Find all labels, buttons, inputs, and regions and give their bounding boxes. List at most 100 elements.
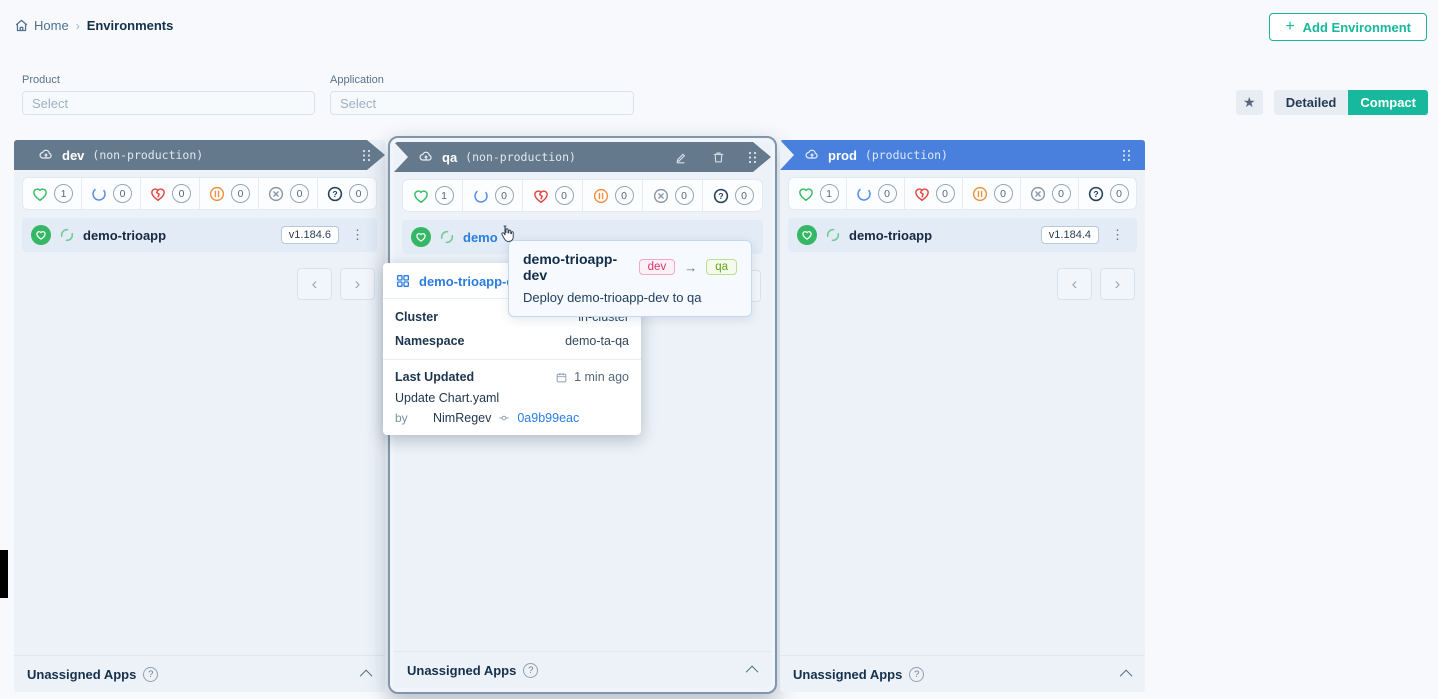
failed-count: 0 [1052,184,1071,203]
environment-column-dev: dev (non-production) 1 0 0 0 [14,140,385,692]
sync-icon [90,185,108,203]
prev-page-button[interactable]: ‹ [297,268,332,300]
version-badge[interactable]: v1.184.4 [1041,226,1099,244]
status-syncing[interactable]: 0 [82,178,141,209]
next-page-button[interactable]: › [340,268,375,300]
broken-heart-icon [149,185,167,203]
next-page-button[interactable]: › [1100,268,1135,300]
heart-icon [412,187,430,205]
prev-page-button[interactable]: ‹ [1057,268,1092,300]
status-failed[interactable]: 0 [643,180,703,211]
kebab-menu-icon[interactable]: ⋮ [347,227,368,243]
failed-count: 0 [290,184,309,203]
status-summary-row: 1 0 0 0 0 ? 0 [788,177,1137,210]
application-filter: Application Select [330,74,634,115]
heart-icon [797,185,815,203]
environment-column-prod: prod (production) 1 0 0 0 [780,140,1145,692]
app-link[interactable]: demo-trioapp-qa [419,274,522,289]
favorites-filter-button[interactable]: ★ [1236,90,1263,115]
app-name-link[interactable]: demo [463,230,498,245]
edit-icon[interactable] [674,150,689,165]
commit-hash-link[interactable]: 0a9b99eac [517,411,579,425]
status-unknown[interactable]: ? 0 [1079,178,1136,209]
svg-text:?: ? [332,189,337,199]
status-degraded[interactable]: 0 [905,178,963,209]
breadcrumb-home-label[interactable]: Home [34,18,69,33]
unassigned-apps-footer[interactable]: Unassigned Apps ? [780,655,1145,692]
status-unknown[interactable]: ? 0 [703,180,762,211]
syncing-count: 0 [495,186,514,205]
help-icon: ? [523,663,538,678]
status-healthy[interactable]: 1 [789,178,847,209]
status-failed[interactable]: 0 [259,178,318,209]
sync-icon [855,185,873,203]
drag-handle-icon[interactable] [748,151,757,164]
unknown-count: 0 [735,186,754,205]
plus-icon: + [1285,18,1294,36]
status-suspended[interactable]: 0 [583,180,643,211]
breadcrumb-home-link[interactable]: Home [14,18,69,33]
last-updated-value: 1 min ago [574,370,629,384]
add-environment-button[interactable]: + Add Environment [1269,13,1427,41]
app-row[interactable]: demo-trioapp v1.184.6 ⋮ [22,218,377,252]
broken-heart-icon [913,185,931,203]
status-degraded[interactable]: 0 [141,178,200,209]
status-syncing[interactable]: 0 [847,178,905,209]
question-circle-icon: ? [326,185,344,203]
detailed-view-button[interactable]: Detailed [1274,90,1349,115]
page-title: Environments [87,18,174,33]
product-filter: Product Select [22,74,315,115]
namespace-value: demo-ta-qa [565,334,629,348]
app-name[interactable]: demo-trioapp [83,228,166,243]
unknown-count: 0 [1110,184,1129,203]
app-name[interactable]: demo-trioapp [849,228,932,243]
commit-icon [497,412,511,424]
tooltip-description: Deploy demo-trioapp-dev to qa [523,290,737,305]
unassigned-apps-footer[interactable]: Unassigned Apps ? [14,655,385,692]
cloud-icon [418,149,434,165]
collapse-chevron-icon[interactable] [746,665,759,678]
prod-column-header[interactable]: prod (production) [780,140,1145,170]
breadcrumb-separator: › [76,19,80,33]
arrow-right-icon: → [684,260,697,275]
product-filter-label: Product [22,74,315,86]
status-healthy[interactable]: 1 [403,180,463,211]
last-updated-row: Last Updated 1 min ago [383,365,641,389]
help-icon: ? [909,667,924,682]
unassigned-apps-footer[interactable]: Unassigned Apps ? [394,651,771,688]
svg-text:?: ? [1093,189,1098,199]
status-degraded[interactable]: 0 [523,180,583,211]
target-env-badge: qa [706,259,737,275]
collapse-chevron-icon[interactable] [1120,669,1133,682]
unknown-count: 0 [349,184,368,203]
status-suspended[interactable]: 0 [963,178,1021,209]
synced-status-icon [439,229,455,245]
status-syncing[interactable]: 0 [463,180,523,211]
status-suspended[interactable]: 0 [200,178,259,209]
pagination: ‹ › [24,268,375,300]
application-select[interactable]: Select [330,91,634,115]
qa-column-header[interactable]: qa (non-production) [394,142,771,172]
status-unknown[interactable]: ? 0 [318,178,376,209]
application-select-value: Select [340,96,376,111]
x-circle-icon [652,187,670,205]
healthy-status-icon [31,225,51,245]
kebab-menu-icon[interactable]: ⋮ [1107,227,1128,243]
svg-text:?: ? [718,191,723,201]
status-healthy[interactable]: 1 [23,178,82,209]
compact-view-button[interactable]: Compact [1348,90,1428,115]
status-failed[interactable]: 0 [1021,178,1079,209]
application-filter-label: Application [330,74,634,86]
product-select[interactable]: Select [22,91,315,115]
app-row[interactable]: demo-trioapp v1.184.4 ⋮ [788,218,1137,252]
suspended-count: 0 [615,186,634,205]
collapse-chevron-icon[interactable] [360,669,373,682]
drag-handle-icon[interactable] [1122,149,1131,162]
delete-icon[interactable] [711,150,726,165]
environment-name: prod [828,148,857,163]
degraded-count: 0 [936,184,955,203]
healthy-status-icon [797,225,817,245]
drag-handle-icon[interactable] [362,149,371,162]
dev-column-header[interactable]: dev (non-production) [14,140,385,170]
version-badge[interactable]: v1.184.6 [281,226,339,244]
